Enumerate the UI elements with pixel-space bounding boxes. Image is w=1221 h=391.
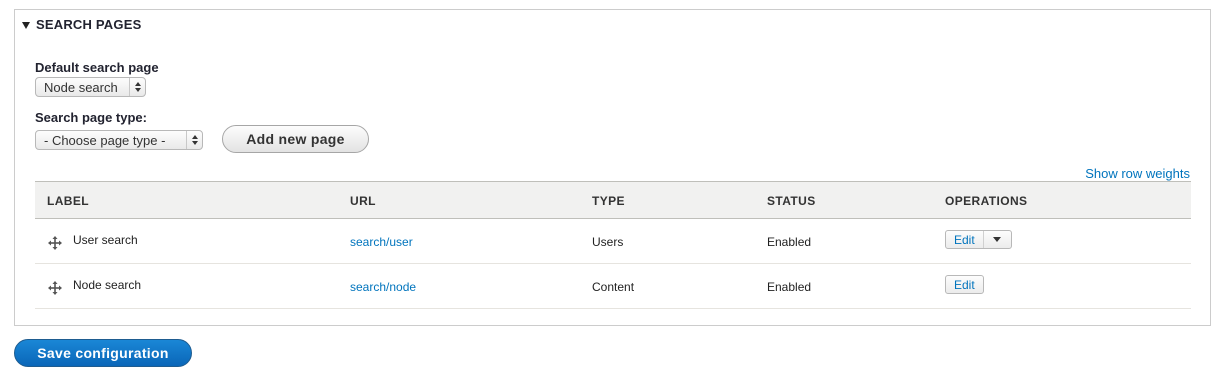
- header-operations: OPERATIONS: [945, 194, 1028, 208]
- show-row-weights-link[interactable]: Show row weights: [1085, 166, 1190, 181]
- header-url: URL: [350, 194, 376, 208]
- fieldset-title: SEARCH PAGES: [36, 17, 142, 32]
- row-url-link[interactable]: search/user: [350, 235, 413, 249]
- table-row: Node search search/node Content Enabled …: [35, 264, 1191, 309]
- row-url-link[interactable]: search/node: [350, 280, 416, 294]
- row-label: Node search: [73, 278, 142, 292]
- table-row: User search search/user Users Enabled Ed…: [35, 219, 1191, 264]
- header-type: TYPE: [592, 194, 625, 208]
- page-type-select[interactable]: - Choose page type -: [35, 130, 203, 150]
- select-arrows-icon: [186, 131, 202, 149]
- operations-dropbutton: Edit: [945, 275, 984, 294]
- row-type: Content: [592, 280, 635, 294]
- page-type-value: - Choose page type -: [44, 132, 166, 148]
- operations-dropbutton: Edit: [945, 230, 1012, 249]
- search-pages-fieldset: SEARCH PAGES Default search page Node se…: [14, 9, 1211, 326]
- row-type: Users: [592, 235, 624, 249]
- header-label: LABEL: [47, 194, 89, 208]
- header-status: STATUS: [767, 194, 816, 208]
- search-pages-table: LABEL URL TYPE STATUS OPERATIONS User se…: [35, 181, 1191, 309]
- row-status: Enabled: [767, 280, 812, 294]
- dropbutton-toggle[interactable]: [982, 231, 1011, 248]
- row-label: User search: [73, 233, 138, 247]
- default-search-label: Default search page: [35, 60, 159, 75]
- drag-handle-icon[interactable]: [48, 281, 62, 295]
- select-arrows-icon: [129, 78, 145, 96]
- edit-button[interactable]: Edit: [946, 276, 983, 293]
- table-header: LABEL URL TYPE STATUS OPERATIONS: [35, 181, 1191, 219]
- add-new-page-button[interactable]: Add new page: [222, 125, 369, 153]
- drag-handle-icon[interactable]: [48, 236, 62, 250]
- save-configuration-button[interactable]: Save configuration: [14, 339, 192, 367]
- chevron-down-icon: [993, 237, 1002, 242]
- row-status: Enabled: [767, 235, 812, 249]
- collapse-triangle-icon[interactable]: [22, 21, 30, 29]
- default-search-value: Node search: [44, 79, 118, 95]
- page-type-label: Search page type:: [35, 110, 147, 125]
- edit-button[interactable]: Edit: [946, 231, 983, 248]
- fieldset-legend[interactable]: SEARCH PAGES: [22, 17, 141, 32]
- default-search-select[interactable]: Node search: [35, 77, 146, 97]
